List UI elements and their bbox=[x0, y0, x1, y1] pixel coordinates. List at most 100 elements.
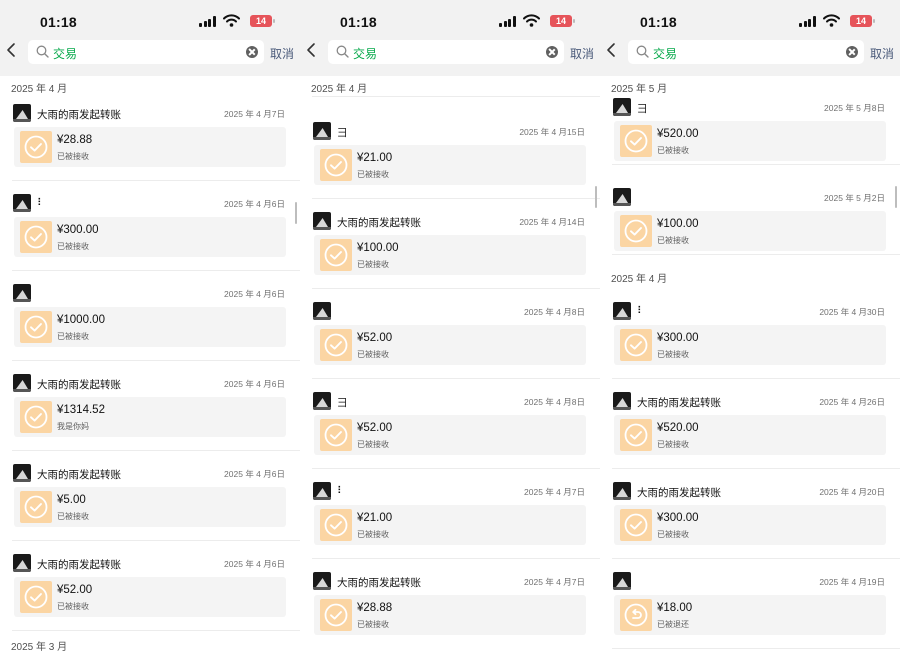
scrollbar[interactable] bbox=[295, 202, 297, 224]
scrollbar[interactable] bbox=[895, 186, 897, 208]
transaction-item[interactable]: ⠇ 2025 年 4 月30日 ¥300.00 已被接收 bbox=[600, 302, 900, 392]
avatar bbox=[313, 392, 331, 410]
transaction-item[interactable]: 大雨的雨发起转账 2025 年 4 月7日 ¥28.88 已被接收 bbox=[300, 572, 600, 651]
transfer-card[interactable]: ¥28.88 已被接收 bbox=[14, 127, 286, 167]
transaction-item[interactable]: 彐 2025 年 5 月8日 ¥520.00 已被接收 bbox=[600, 98, 900, 188]
month-header: 2025 年 4 月 bbox=[11, 84, 68, 95]
transaction-date: 2025 年 4 月14日 bbox=[519, 217, 585, 227]
transfer-amount: ¥21.00 bbox=[357, 512, 393, 524]
transfer-amount: ¥1000.00 bbox=[57, 314, 105, 326]
transfer-card[interactable]: ¥1000.00 已被接收 bbox=[14, 307, 286, 347]
wifi-icon bbox=[823, 14, 840, 32]
check-circle-icon bbox=[20, 131, 52, 163]
search-icon bbox=[636, 45, 649, 63]
sender-name: 大雨的雨发起转账 bbox=[337, 217, 421, 229]
month-header: 2025 年 4 月 bbox=[311, 84, 368, 95]
sender-name: 彐 bbox=[337, 397, 348, 409]
transfer-card[interactable]: ¥52.00 已被接收 bbox=[314, 325, 586, 365]
transfer-card[interactable]: ¥21.00 已被接收 bbox=[314, 145, 586, 185]
battery-icon: 14 bbox=[250, 15, 275, 27]
transfer-status: 已被退还 bbox=[657, 620, 689, 629]
search-icon bbox=[336, 45, 349, 63]
transfer-status: 已被接收 bbox=[57, 152, 89, 161]
transfer-card[interactable]: ¥520.00 已被接收 bbox=[614, 121, 886, 161]
transaction-item[interactable]: 大雨的雨发起转账 2025 年 4 月6日 ¥52.00 已被接收 bbox=[0, 554, 300, 644]
sender-name: 彐 bbox=[337, 127, 348, 139]
transaction-item[interactable]: 彐 2025 年 4 月15日 ¥21.00 已被接收 bbox=[300, 122, 600, 212]
transfer-amount: ¥300.00 bbox=[657, 512, 699, 524]
back-chevron-icon[interactable] bbox=[6, 42, 20, 60]
transaction-date: 2025 年 5 月2日 bbox=[824, 193, 885, 203]
return-arrow-icon bbox=[620, 599, 652, 631]
transfer-card[interactable]: ¥52.00 已被接收 bbox=[14, 577, 286, 617]
transfer-status: 已被接收 bbox=[357, 530, 389, 539]
transfer-status: 已被接收 bbox=[357, 170, 389, 179]
transfer-card[interactable]: ¥300.00 已被接收 bbox=[14, 217, 286, 257]
transaction-date: 2025 年 4 月26日 bbox=[819, 397, 885, 407]
transfer-card[interactable]: ¥52.00 已被接收 bbox=[314, 415, 586, 455]
transaction-item[interactable]: 大雨的雨发起转账 2025 年 4 月20日 ¥300.00 已被接收 bbox=[600, 482, 900, 572]
transaction-item[interactable]: 彐 2025 年 4 月8日 ¥52.00 已被接收 bbox=[300, 392, 600, 482]
battery-icon: 14 bbox=[550, 15, 575, 27]
transaction-date: 2025 年 4 月6日 bbox=[224, 379, 285, 389]
avatar bbox=[613, 302, 631, 320]
transaction-item[interactable]: 2025 年 4 月19日 ¥18.00 已被退还 bbox=[600, 572, 900, 651]
transfer-amount: ¥5.00 bbox=[57, 494, 86, 506]
transfer-card[interactable]: ¥100.00 已被接收 bbox=[614, 211, 886, 251]
transaction-item[interactable]: 2025 年 4 月6日 ¥1000.00 已被接收 bbox=[0, 284, 300, 374]
transfer-card[interactable]: ¥300.00 已被接收 bbox=[614, 505, 886, 545]
sender-name: 大雨的雨发起转账 bbox=[637, 487, 721, 499]
clear-search-icon[interactable] bbox=[546, 46, 558, 58]
transaction-item[interactable]: 大雨的雨发起转账 2025 年 4 月14日 ¥100.00 已被接收 bbox=[300, 212, 600, 302]
transfer-card[interactable]: ¥100.00 已被接收 bbox=[314, 235, 586, 275]
back-chevron-icon[interactable] bbox=[606, 42, 620, 60]
check-circle-icon bbox=[20, 401, 52, 433]
scrollbar[interactable] bbox=[595, 186, 597, 208]
transaction-item[interactable]: ⠇ 2025 年 4 月7日 ¥21.00 已被接收 bbox=[300, 482, 600, 572]
back-chevron-icon[interactable] bbox=[306, 42, 320, 60]
transaction-item[interactable]: 2025 年 4 月8日 ¥52.00 已被接收 bbox=[300, 302, 600, 392]
transfer-card[interactable]: ¥28.88 已被接收 bbox=[314, 595, 586, 635]
transfer-card[interactable]: ¥300.00 已被接收 bbox=[614, 325, 886, 365]
transfer-card[interactable]: ¥1314.52 我是你妈 bbox=[14, 397, 286, 437]
transaction-date: 2025 年 4 月6日 bbox=[224, 199, 285, 209]
transfer-status: 我是你妈 bbox=[57, 422, 89, 431]
search-input[interactable]: 交易 bbox=[328, 40, 564, 64]
sender-name: 大雨的雨发起转账 bbox=[37, 559, 121, 571]
avatar bbox=[13, 284, 31, 302]
transaction-date: 2025 年 5 月8日 bbox=[824, 103, 885, 113]
check-circle-icon bbox=[320, 419, 352, 451]
transaction-date: 2025 年 4 月30日 bbox=[819, 307, 885, 317]
cancel-button[interactable]: 取消 bbox=[270, 45, 294, 62]
search-query-text: 交易 bbox=[53, 47, 78, 61]
transaction-item[interactable]: 大雨的雨发起转账 2025 年 4 月6日 ¥1314.52 我是你妈 bbox=[0, 374, 300, 464]
check-circle-icon bbox=[320, 149, 352, 181]
transaction-item[interactable]: 大雨的雨发起转账 2025 年 4 月6日 ¥5.00 已被接收 bbox=[0, 464, 300, 554]
wifi-icon bbox=[523, 14, 540, 32]
status-icons: 14 bbox=[492, 14, 575, 28]
transfer-card[interactable]: ¥21.00 已被接收 bbox=[314, 505, 586, 545]
transaction-item[interactable]: 2025 年 5 月2日 ¥100.00 已被接收 bbox=[600, 188, 900, 278]
transfer-card[interactable]: ¥5.00 已被接收 bbox=[14, 487, 286, 527]
cellular-signal-icon bbox=[499, 16, 516, 27]
transfer-amount: ¥520.00 bbox=[657, 128, 699, 140]
avatar bbox=[313, 302, 331, 320]
cancel-button[interactable]: 取消 bbox=[570, 45, 594, 62]
search-input[interactable]: 交易 bbox=[628, 40, 864, 64]
transfer-card[interactable]: ¥18.00 已被退还 bbox=[614, 595, 886, 635]
clear-search-icon[interactable] bbox=[846, 46, 858, 58]
transfer-amount: ¥28.88 bbox=[357, 602, 393, 614]
avatar bbox=[13, 464, 31, 482]
search-input[interactable]: 交易 bbox=[28, 40, 264, 64]
clear-search-icon[interactable] bbox=[246, 46, 258, 58]
check-circle-icon bbox=[620, 419, 652, 451]
transfer-status: 已被接收 bbox=[657, 440, 689, 449]
transaction-date: 2025 年 4 月7日 bbox=[524, 577, 585, 587]
transaction-item[interactable]: 大雨的雨发起转账 2025 年 4 月26日 ¥520.00 已被接收 bbox=[600, 392, 900, 482]
cancel-button[interactable]: 取消 bbox=[870, 45, 894, 62]
check-circle-icon bbox=[620, 329, 652, 361]
transaction-item[interactable]: ⠇ 2025 年 4 月6日 ¥300.00 已被接收 bbox=[0, 194, 300, 284]
transfer-card[interactable]: ¥520.00 已被接收 bbox=[614, 415, 886, 455]
transaction-item[interactable]: 大雨的雨发起转账 2025 年 4 月7日 ¥28.88 已被接收 bbox=[0, 104, 300, 194]
transaction-date: 2025 年 4 月6日 bbox=[224, 469, 285, 479]
